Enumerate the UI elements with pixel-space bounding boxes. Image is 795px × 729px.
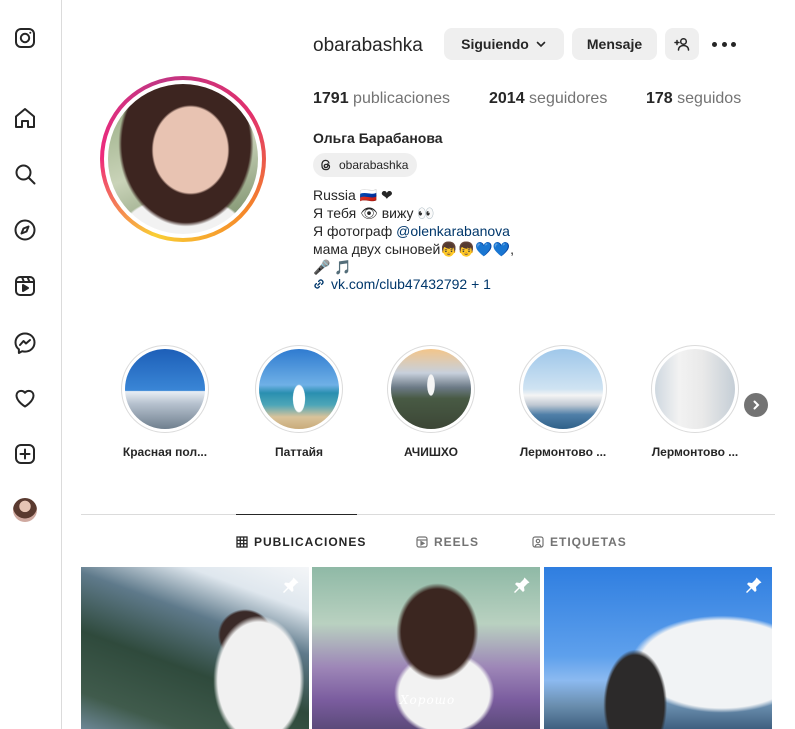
post-caption: Хорошо: [400, 693, 456, 707]
bio-line: 🎤 🎵: [313, 259, 352, 275]
tab-publicaciones[interactable]: PUBLICACIONES: [236, 535, 366, 549]
story-highlight[interactable]: Красная пол...: [105, 345, 225, 459]
reels-icon[interactable]: [12, 273, 38, 299]
threads-badge-link[interactable]: obarabashka: [313, 153, 418, 177]
pin-icon: [514, 577, 530, 593]
chevron-down-icon: [536, 41, 546, 48]
tab-reels[interactable]: REELS: [416, 535, 479, 549]
bio-line: Russia 🇷🇺 ❤: [313, 187, 393, 203]
external-link-text: vk.com/club47432792 + 1: [331, 276, 491, 292]
followers-count-link[interactable]: 2014 seguidores: [489, 90, 607, 108]
more-options-icon[interactable]: [712, 34, 736, 54]
tabs-divider: [81, 514, 775, 515]
avatar: [13, 498, 37, 522]
home-icon[interactable]: [12, 105, 38, 131]
story-highlight[interactable]: Паттайя: [239, 345, 359, 459]
bio-line: мама двух сыновей👦👦💙💙,: [313, 241, 514, 257]
posts-count: 1791 publicaciones: [313, 90, 450, 107]
profile-full-name: Ольга Барабанова: [313, 130, 443, 146]
search-icon[interactable]: [12, 161, 38, 187]
left-nav-rail: [0, 0, 62, 729]
following-label: Siguiendo: [461, 36, 529, 52]
bio-mention-link[interactable]: @olenkarabanova: [396, 223, 510, 239]
post-thumbnail[interactable]: Хорошо: [312, 567, 540, 729]
threads-handle: obarabashka: [339, 158, 409, 172]
bio-line: Я фотограф @olenkarabanova: [313, 223, 510, 239]
highlight-label: Красная пол...: [122, 445, 208, 459]
grid-icon: [236, 536, 248, 548]
highlight-label: Лермонтово ...: [651, 445, 739, 459]
highlight-label: Паттайя: [274, 445, 324, 459]
highlight-cover: [391, 349, 471, 429]
instagram-logo-icon[interactable]: [12, 25, 38, 51]
post-thumbnail[interactable]: [81, 567, 309, 729]
threads-icon: [321, 159, 331, 171]
messenger-icon[interactable]: [12, 330, 38, 356]
story-highlight[interactable]: АЧИШХО: [371, 345, 491, 459]
active-tab-indicator: [236, 514, 357, 515]
highlight-cover: [259, 349, 339, 429]
highlight-cover: [125, 349, 205, 429]
story-highlight[interactable]: Лермонтово ...: [503, 345, 623, 459]
post-thumbnail[interactable]: [544, 567, 772, 729]
bio-line: Я тебя 👁 вижу 👀: [313, 205, 435, 221]
chevron-right-icon: [753, 400, 760, 410]
highlight-cover: [523, 349, 603, 429]
following-count-link[interactable]: 178 seguidos: [646, 90, 741, 108]
tab-etiquetas[interactable]: ETIQUETAS: [532, 535, 627, 549]
following-dropdown-button[interactable]: Siguiendo: [444, 28, 564, 60]
highlight-cover: [655, 349, 735, 429]
profile-bio: Russia 🇷🇺 ❤ Я тебя 👁 вижу 👀 Я фотограф @…: [313, 186, 514, 276]
highlights-next-button[interactable]: [744, 393, 768, 417]
profile-avatar[interactable]: [12, 497, 38, 523]
profile-photo: [108, 84, 258, 234]
link-icon: [314, 279, 324, 289]
suggested-users-button[interactable]: [665, 28, 699, 60]
message-button[interactable]: Mensaje: [572, 28, 657, 60]
message-label: Mensaje: [586, 36, 643, 52]
tagged-icon: [532, 536, 544, 548]
profile-avatar-story-ring[interactable]: [100, 76, 266, 242]
pin-icon: [746, 577, 762, 593]
story-highlight[interactable]: Лермонтово ...: [635, 345, 755, 459]
notifications-heart-icon[interactable]: [12, 385, 38, 411]
highlight-label: АЧИШХО: [404, 445, 458, 459]
reels-icon: [416, 536, 428, 548]
external-link[interactable]: vk.com/club47432792 + 1: [313, 276, 491, 292]
create-plus-icon[interactable]: [12, 441, 38, 467]
profile-username: obarabashka: [313, 35, 423, 56]
pin-icon: [283, 577, 299, 593]
add-person-icon: [674, 37, 690, 51]
highlight-label: Лермонтово ...: [519, 445, 607, 459]
explore-icon[interactable]: [12, 217, 38, 243]
